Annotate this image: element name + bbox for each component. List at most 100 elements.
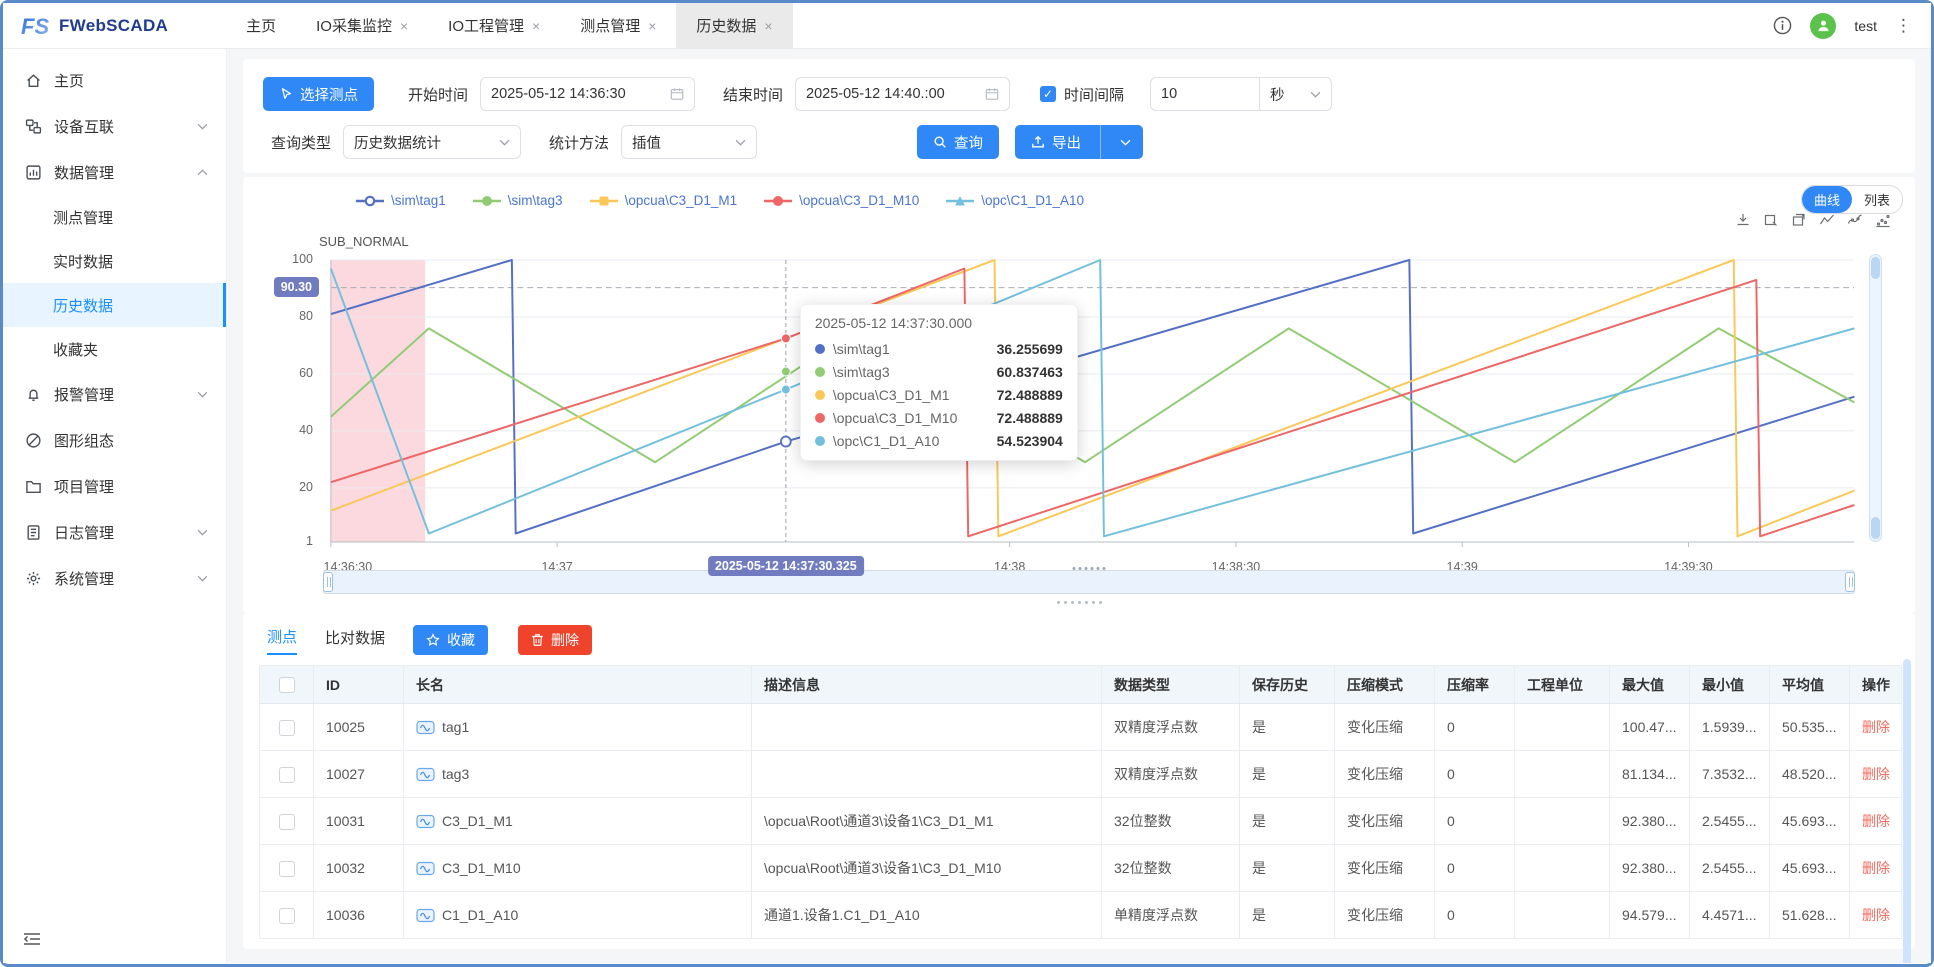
tab-close-icon[interactable]: × xyxy=(400,18,408,34)
data-view-icon[interactable] xyxy=(1875,212,1891,228)
vertical-zoom-slider[interactable] xyxy=(1869,254,1882,542)
row-delete-link[interactable]: 删除 xyxy=(1862,907,1890,923)
sidebar-collapse-icon[interactable] xyxy=(23,932,41,951)
line-chart[interactable] xyxy=(323,254,1855,554)
query-type-select[interactable]: 历史数据统计 xyxy=(343,125,521,159)
legend-item[interactable]: \sim\tag1 xyxy=(355,193,446,208)
top-tab[interactable]: 历史数据× xyxy=(676,3,792,49)
tab-close-icon[interactable]: × xyxy=(532,18,540,34)
tag-wave-icon xyxy=(416,720,435,735)
row-checkbox[interactable] xyxy=(279,861,295,877)
slider-left-handle[interactable] xyxy=(323,572,333,592)
chevron-down-icon xyxy=(197,529,208,536)
query-button[interactable]: 查询 xyxy=(917,125,999,159)
favorite-button[interactable]: 收藏 xyxy=(413,625,488,655)
top-tab-bar: 主页IO采集监控×IO工程管理×测点管理×历史数据× xyxy=(226,3,792,49)
chart-area[interactable]: SUB_NORMAL 90.30 2025-05-12 14:37:30.325… xyxy=(323,254,1855,554)
sidebar-item[interactable]: 主页 xyxy=(3,57,226,103)
export-dropdown-arrow[interactable] xyxy=(1108,139,1143,146)
smooth-line-icon[interactable] xyxy=(1847,212,1863,228)
restore-icon[interactable] xyxy=(1791,212,1807,228)
sidebar-item[interactable]: 报警管理 xyxy=(3,371,226,417)
sidebar-subitem[interactable]: 测点管理 xyxy=(3,195,226,239)
sidebar-subitem[interactable]: 收藏夹 xyxy=(3,327,226,371)
row-delete-link[interactable]: 删除 xyxy=(1862,719,1890,735)
sidebar-item[interactable]: 项目管理 xyxy=(3,463,226,509)
view-list-tab[interactable]: 列表 xyxy=(1852,186,1902,213)
save-image-icon[interactable] xyxy=(1735,212,1751,228)
legend-item[interactable]: \opcua\C3_D1_M10 xyxy=(763,193,919,208)
sidebar-item[interactable]: 图形组态 xyxy=(3,417,226,463)
user-avatar[interactable] xyxy=(1810,13,1836,39)
kebab-menu-icon[interactable]: ⋮ xyxy=(1895,16,1913,36)
info-icon[interactable] xyxy=(1773,16,1792,35)
top-tab[interactable]: 主页 xyxy=(226,3,296,49)
table-row[interactable]: 10027tag3双精度浮点数是变化压缩081.134...7.3532...4… xyxy=(260,751,1902,798)
export-button[interactable]: 导出 xyxy=(1015,125,1143,159)
cell-compress-ratio: 0 xyxy=(1435,798,1515,845)
chevron-down-icon xyxy=(735,139,746,146)
row-delete-link[interactable]: 删除 xyxy=(1862,766,1890,782)
start-time-label: 开始时间 xyxy=(408,84,468,105)
tab-compare-data[interactable]: 比对数据 xyxy=(325,627,385,654)
vzoom-bottom-handle[interactable] xyxy=(1871,517,1880,539)
row-checkbox[interactable] xyxy=(279,720,295,736)
tab-close-icon[interactable]: × xyxy=(648,18,656,34)
cell-long-name: tag1 xyxy=(404,704,752,751)
table-row[interactable]: 10036C1_D1_A10通道1.设备1.C1_D1_A10单精度浮点数是变化… xyxy=(260,892,1902,939)
tooltip-row: \opcua\C3_D1_M172.488889 xyxy=(815,383,1063,406)
tab-points[interactable]: 测点 xyxy=(267,626,297,655)
sidebar-item[interactable]: 设备互联 xyxy=(3,103,226,149)
sidebar-subitem[interactable]: 历史数据 xyxy=(3,283,226,327)
username: test xyxy=(1854,18,1877,34)
row-checkbox[interactable] xyxy=(279,767,295,783)
legend-item[interactable]: \opcua\C3_D1_M1 xyxy=(589,193,738,208)
table-row[interactable]: 10032C3_D1_M10\opcua\Root\通道3\设备1\C3_D1_… xyxy=(260,845,1902,892)
slider-right-handle[interactable] xyxy=(1845,572,1855,592)
legend-label: \opc\C1_D1_A10 xyxy=(981,193,1084,208)
sidebar-item[interactable]: 系统管理 xyxy=(3,555,226,601)
cell-description: \opcua\Root\通道3\设备1\C3_D1_M10 xyxy=(752,845,1102,892)
row-checkbox[interactable] xyxy=(279,908,295,924)
graphics-icon xyxy=(25,432,42,449)
data-zoom-icon[interactable] xyxy=(1763,212,1779,228)
panel-resize-handle[interactable] xyxy=(259,594,1899,607)
slider-move-handle[interactable] xyxy=(1073,567,1106,570)
sidebar-item[interactable]: 数据管理 xyxy=(3,149,226,195)
end-time-input[interactable]: 2025-05-12 14:40.:00 xyxy=(795,77,1010,111)
view-curve-tab[interactable]: 曲线 xyxy=(1802,186,1852,213)
cell-long-name: C3_D1_M10 xyxy=(404,845,752,892)
cursor-icon xyxy=(279,87,293,101)
legend-label: \opcua\C3_D1_M1 xyxy=(625,193,738,208)
row-delete-link[interactable]: 删除 xyxy=(1862,813,1890,829)
top-tab[interactable]: IO采集监控× xyxy=(296,3,428,49)
table-row[interactable]: 10031C3_D1_M1\opcua\Root\通道3\设备1\C3_D1_M… xyxy=(260,798,1902,845)
stat-method-select[interactable]: 插值 xyxy=(621,125,757,159)
top-tab[interactable]: IO工程管理× xyxy=(428,3,560,49)
sidebar-subitem[interactable]: 实时数据 xyxy=(3,239,226,283)
select-points-button[interactable]: 选择测点 xyxy=(263,77,374,111)
vzoom-top-handle[interactable] xyxy=(1871,257,1880,279)
start-time-input[interactable]: 2025-05-12 14:36:30 xyxy=(480,77,695,111)
interval-input[interactable]: 10 xyxy=(1150,77,1260,111)
row-checkbox[interactable] xyxy=(279,814,295,830)
cell-compress-ratio: 0 xyxy=(1435,892,1515,939)
table-scrollbar[interactable] xyxy=(1903,659,1911,963)
y-axis-marker-badge: 90.30 xyxy=(274,277,319,297)
table-row[interactable]: 10025tag1双精度浮点数是变化压缩0100.47...1.5939...5… xyxy=(260,704,1902,751)
legend-item[interactable]: \sim\tag3 xyxy=(472,193,563,208)
row-delete-link[interactable]: 删除 xyxy=(1862,860,1890,876)
cell-compress-mode: 变化压缩 xyxy=(1335,751,1435,798)
delete-button[interactable]: 删除 xyxy=(518,625,592,655)
top-tab[interactable]: 测点管理× xyxy=(560,3,676,49)
legend-marker-icon xyxy=(472,195,502,207)
interval-unit-select[interactable]: 秒 xyxy=(1260,77,1332,111)
line-chart-icon[interactable] xyxy=(1819,212,1835,228)
sidebar-item[interactable]: 日志管理 xyxy=(3,509,226,555)
legend-item[interactable]: \opc\C1_D1_A10 xyxy=(945,193,1084,208)
select-all-checkbox[interactable] xyxy=(279,677,295,693)
interval-checkbox[interactable]: ✓ xyxy=(1040,86,1056,102)
tooltip-timestamp: 2025-05-12 14:37:30.000 xyxy=(815,315,1063,331)
tab-close-icon[interactable]: × xyxy=(764,18,772,34)
timeline-zoom-slider[interactable] xyxy=(323,570,1855,594)
